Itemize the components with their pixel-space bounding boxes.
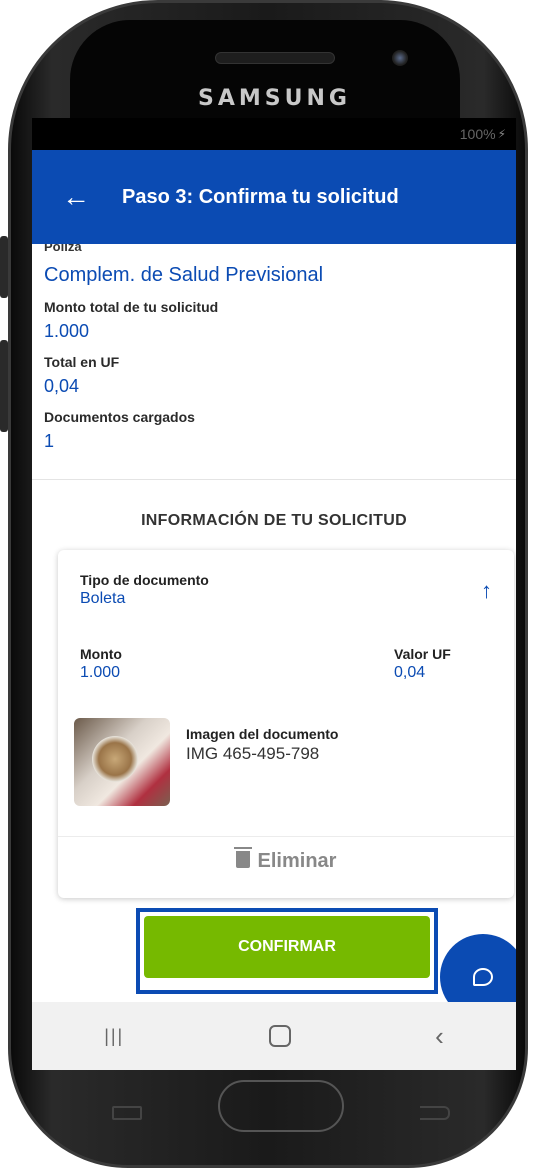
tipo-documento-label: Tipo de documento	[80, 572, 209, 588]
chat-button[interactable]	[440, 934, 516, 1002]
home-key	[218, 1080, 344, 1132]
monto-label: Monto	[80, 646, 122, 662]
content-area[interactable]: Póliza Complem. de Salud Previsional Mon…	[32, 244, 516, 1002]
document-thumbnail[interactable]	[74, 718, 170, 806]
monto-value: 1.000	[80, 664, 121, 681]
document-card: Tipo de documento Boleta ↑ Monto 1.000 V…	[58, 550, 514, 898]
screen: 100% ⚡ ← Paso 3: Confirma tu solicitud P…	[32, 118, 516, 1070]
nav-back-icon[interactable]: ‹	[435, 1021, 444, 1052]
tipo-documento-value: Boleta	[80, 590, 126, 607]
tipo-documento: Tipo de documento Boleta	[80, 572, 209, 608]
total-uf-value: 0,04	[44, 376, 80, 396]
request-summary: Póliza Complem. de Salud Previsional Mon…	[32, 244, 516, 480]
earpiece-speaker	[215, 52, 335, 64]
hardware-keys	[0, 1080, 549, 1140]
volume-down-button	[0, 340, 8, 432]
thumbnail-content	[92, 736, 138, 782]
page-title: Paso 3: Confirma tu solicitud	[122, 185, 399, 208]
poliza-value: Complem. de Salud Previsional	[44, 264, 324, 286]
chat-bubble-icon	[473, 968, 493, 986]
valor-uf-label: Valor UF	[394, 646, 451, 662]
documentos-cargados-value: 1	[44, 431, 55, 451]
section-title: INFORMACIÓN DE TU SOLICITUD	[141, 512, 407, 529]
app-bar: ← Paso 3: Confirma tu solicitud	[32, 150, 516, 244]
image-info: Imagen del documento IMG 465-495-798	[186, 726, 338, 764]
home-icon[interactable]	[268, 1025, 291, 1047]
recents-key-icon	[112, 1106, 142, 1120]
monto-total-label: Monto total de tu solicitud	[44, 299, 219, 315]
android-nav-bar: ||| ‹	[32, 1002, 516, 1070]
back-arrow-icon[interactable]: ←	[62, 181, 122, 213]
imagen-value: IMG 465-495-798	[186, 744, 320, 763]
battery-charging-icon: ⚡	[497, 127, 506, 141]
monto: Monto 1.000	[80, 646, 122, 682]
imagen-label: Imagen del documento	[186, 726, 339, 742]
status-bar: 100% ⚡	[32, 118, 516, 150]
device-brand: SAMSUNG	[198, 86, 351, 111]
collapse-arrow-icon[interactable]: ↑	[481, 578, 492, 604]
volume-up-button	[0, 236, 8, 298]
trash-icon	[233, 847, 252, 868]
valor-uf: Valor UF 0,04	[394, 646, 451, 682]
front-camera-icon	[392, 50, 408, 66]
total-uf-label: Total en UF	[44, 354, 120, 370]
delete-button[interactable]: Eliminar	[58, 847, 514, 873]
confirm-button[interactable]: CONFIRMAR	[144, 916, 430, 978]
delete-label: Eliminar	[257, 850, 337, 872]
documentos-cargados-label: Documentos cargados	[44, 409, 195, 425]
poliza-label: Póliza	[44, 244, 82, 254]
back-key-icon	[420, 1106, 450, 1120]
battery-level: 100%	[459, 126, 496, 142]
card-divider	[58, 836, 514, 837]
recents-icon[interactable]: |||	[104, 1026, 124, 1047]
monto-total-value: 1.000	[44, 321, 90, 341]
valor-uf-value: 0,04	[394, 664, 426, 681]
